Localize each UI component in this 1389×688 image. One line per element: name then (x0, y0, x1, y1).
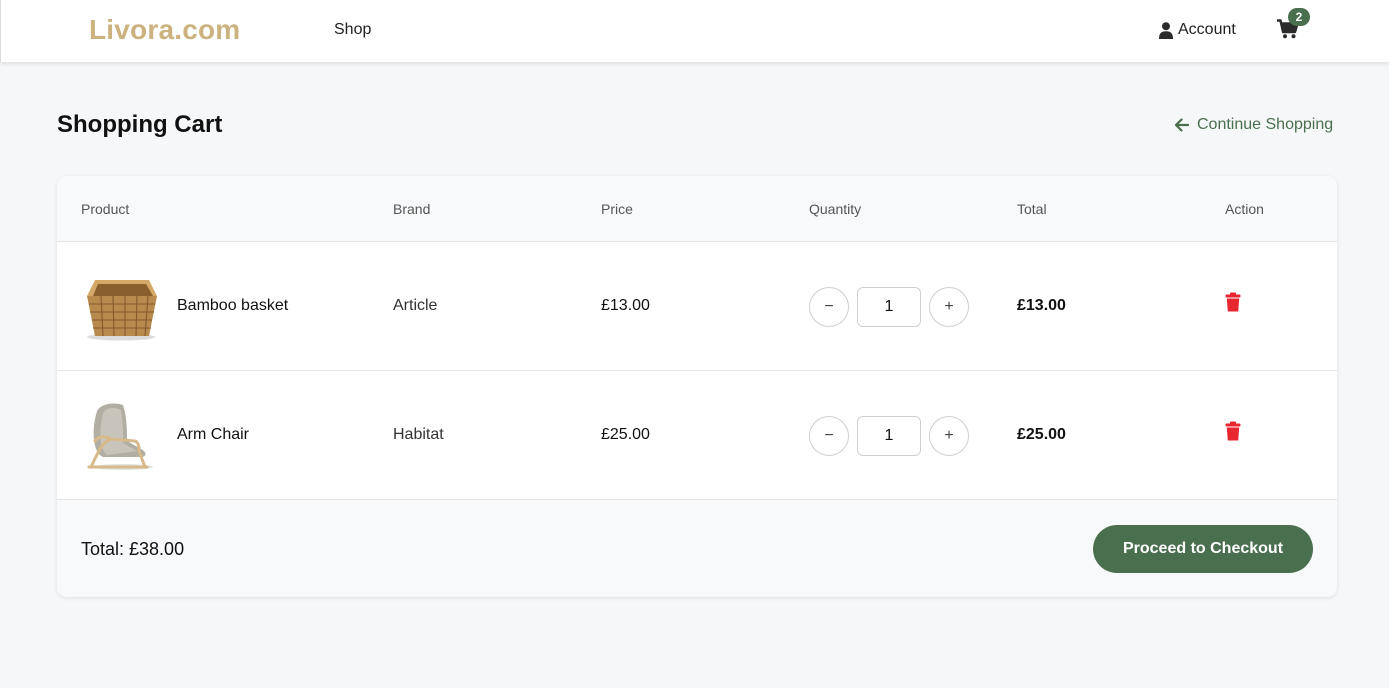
row-total: £13.00 (1017, 297, 1066, 314)
bamboo-basket-image (87, 280, 157, 341)
column-header-quantity: Quantity (809, 201, 862, 217)
user-icon (1159, 21, 1173, 39)
cart-footer: Total: £38.00 Proceed to Checkout (57, 500, 1337, 597)
account-link[interactable]: Account (1159, 19, 1236, 41)
page-title: Shopping Cart (57, 111, 223, 138)
arrow-left-icon (1174, 118, 1189, 132)
arm-chair-image (87, 403, 153, 470)
proceed-to-checkout-button[interactable]: Proceed to Checkout (1093, 525, 1313, 573)
product-price: £25.00 (601, 426, 650, 443)
column-header-action: Action (1225, 201, 1264, 217)
cart-count-badge: 2 (1288, 8, 1310, 26)
table-header: Product Brand Price Quantity Total Actio… (57, 176, 1337, 242)
product-price: £13.00 (601, 297, 650, 314)
table-row: Arm Chair Habitat £25.00 − + £25.00 (57, 371, 1337, 500)
continue-shopping-link[interactable]: Continue Shopping (1174, 116, 1333, 134)
product-name[interactable]: Arm Chair (177, 426, 249, 444)
column-header-product: Product (81, 201, 130, 217)
row-total: £25.00 (1017, 426, 1066, 443)
quantity-input[interactable] (857, 416, 921, 456)
product-brand: Article (393, 297, 438, 314)
table-row: Bamboo basket Article £13.00 − + £13.00 (57, 242, 1337, 371)
cart-grand-total: Total: £38.00 (81, 539, 185, 559)
quantity-input[interactable] (857, 287, 921, 327)
increase-quantity-button[interactable]: + (929, 287, 969, 327)
trash-icon[interactable] (1225, 292, 1241, 312)
trash-icon[interactable] (1225, 421, 1241, 441)
top-navbar: Livora.com Shop Account 2 (0, 0, 1389, 62)
column-header-total: Total (1017, 201, 1047, 217)
site-logo[interactable]: Livora.com (89, 14, 240, 46)
increase-quantity-button[interactable]: + (929, 416, 969, 456)
decrease-quantity-button[interactable]: − (809, 416, 849, 456)
product-name[interactable]: Bamboo basket (177, 297, 288, 315)
decrease-quantity-button[interactable]: − (809, 287, 849, 327)
cart-table-card: Product Brand Price Quantity Total Actio… (57, 176, 1337, 597)
product-brand: Habitat (393, 426, 444, 443)
account-label: Account (1178, 21, 1236, 38)
continue-shopping-label: Continue Shopping (1197, 116, 1334, 133)
nav-link-shop[interactable]: Shop (334, 21, 371, 39)
column-header-price: Price (601, 201, 633, 217)
column-header-brand: Brand (393, 201, 431, 217)
